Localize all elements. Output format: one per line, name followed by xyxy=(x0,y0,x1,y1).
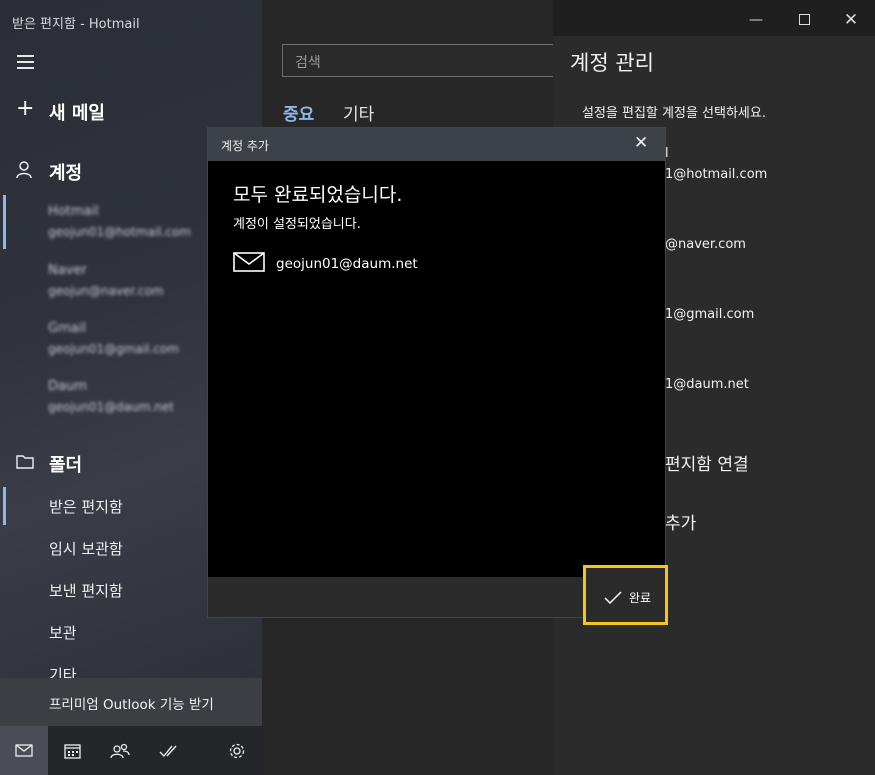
account-name: Daum xyxy=(48,379,87,394)
calendar-icon xyxy=(63,743,81,759)
mail-nav-button[interactable] xyxy=(0,726,48,775)
settings-nav-button[interactable] xyxy=(213,726,261,775)
folders-label: 폴더 xyxy=(49,455,83,476)
account-email: geojun01@daum.net xyxy=(48,400,174,414)
selected-account-indicator xyxy=(3,195,6,249)
manage-account-gmail[interactable]: 1@gmail.com xyxy=(665,307,754,322)
account-email: geojun01@gmail.com xyxy=(48,342,179,356)
manage-accounts-title: 계정 관리 xyxy=(570,51,654,75)
checkmark-icon xyxy=(604,591,622,605)
mail-icon xyxy=(15,744,33,757)
promo-label: 프리미엄 Outlook 기능 받기 xyxy=(49,697,214,713)
manage-account-hotmail[interactable]: 1@hotmail.com xyxy=(665,167,767,182)
new-mail-label: 새 메일 xyxy=(49,103,105,124)
link-inboxes-button[interactable]: 편지함 연결 xyxy=(665,450,749,475)
premium-promo[interactable]: 프리미엄 Outlook 기능 받기 xyxy=(0,678,262,726)
calendar-nav-button[interactable] xyxy=(48,726,96,775)
folder-drafts[interactable]: 임시 보관함 xyxy=(49,538,123,559)
people-icon xyxy=(110,743,130,758)
account-name: Naver xyxy=(48,263,87,278)
dialog-close-button[interactable]: ✕ xyxy=(634,133,648,153)
person-icon xyxy=(16,161,32,179)
search-placeholder: 검색 xyxy=(295,55,321,71)
manage-instruction: 설정을 편집할 계정을 선택하세요. xyxy=(582,106,766,121)
double-check-icon xyxy=(159,745,177,757)
manage-account-daum[interactable]: 1@daum.net xyxy=(665,377,749,392)
selected-folder-indicator xyxy=(3,487,6,525)
mail-envelope-icon xyxy=(233,252,265,272)
new-mail-button[interactable]: + 새 메일 xyxy=(10,92,250,128)
account-name: Gmail xyxy=(48,321,86,336)
dialog-heading: 모두 완료되었습니다. xyxy=(233,184,403,206)
plus-icon: + xyxy=(16,96,35,121)
bottom-nav-bar xyxy=(0,726,262,775)
maximize-icon xyxy=(798,14,810,25)
maximize-button[interactable] xyxy=(792,8,816,32)
hamburger-menu-icon[interactable] xyxy=(17,55,34,73)
tab-focused[interactable]: 중요 xyxy=(283,100,314,125)
added-account-email: geojun01@daum.net xyxy=(276,256,418,272)
people-nav-button[interactable] xyxy=(96,726,144,775)
dialog-subheading: 계정이 설정되었습니다. xyxy=(233,217,361,232)
search-box[interactable]: 검색 xyxy=(282,44,554,77)
done-button[interactable]: 완료 xyxy=(583,565,668,625)
account-name-partial: l xyxy=(665,146,669,161)
dialog-header: 계정 추가 ✕ xyxy=(208,128,665,161)
add-account-dialog: 계정 추가 ✕ 모두 완료되었습니다. 계정이 설정되었습니다. geojun0… xyxy=(208,128,665,617)
todo-nav-button[interactable] xyxy=(144,726,192,775)
done-label: 완료 xyxy=(629,591,652,605)
accounts-label: 계정 xyxy=(49,163,83,184)
folder-archive[interactable]: 보관 xyxy=(49,622,77,643)
manage-account-naver[interactable]: @naver.com xyxy=(665,237,746,252)
close-window-button[interactable]: ✕ xyxy=(839,8,863,32)
account-email: geojun@naver.com xyxy=(48,284,164,298)
folder-icon xyxy=(16,455,34,469)
account-email: geojun01@hotmail.com xyxy=(48,225,191,239)
folder-inbox[interactable]: 받은 편지함 xyxy=(49,496,123,517)
gear-icon xyxy=(229,743,245,758)
add-account-button[interactable]: 추가 xyxy=(665,509,696,534)
tab-other[interactable]: 기타 xyxy=(343,100,374,125)
folder-sent[interactable]: 보낸 편지함 xyxy=(49,580,123,601)
minimize-button[interactable]: — xyxy=(744,8,768,32)
window-title: 받은 편지함 - Hotmail xyxy=(12,17,140,32)
dialog-title: 계정 추가 xyxy=(221,139,269,153)
account-name: Hotmail xyxy=(48,204,99,219)
